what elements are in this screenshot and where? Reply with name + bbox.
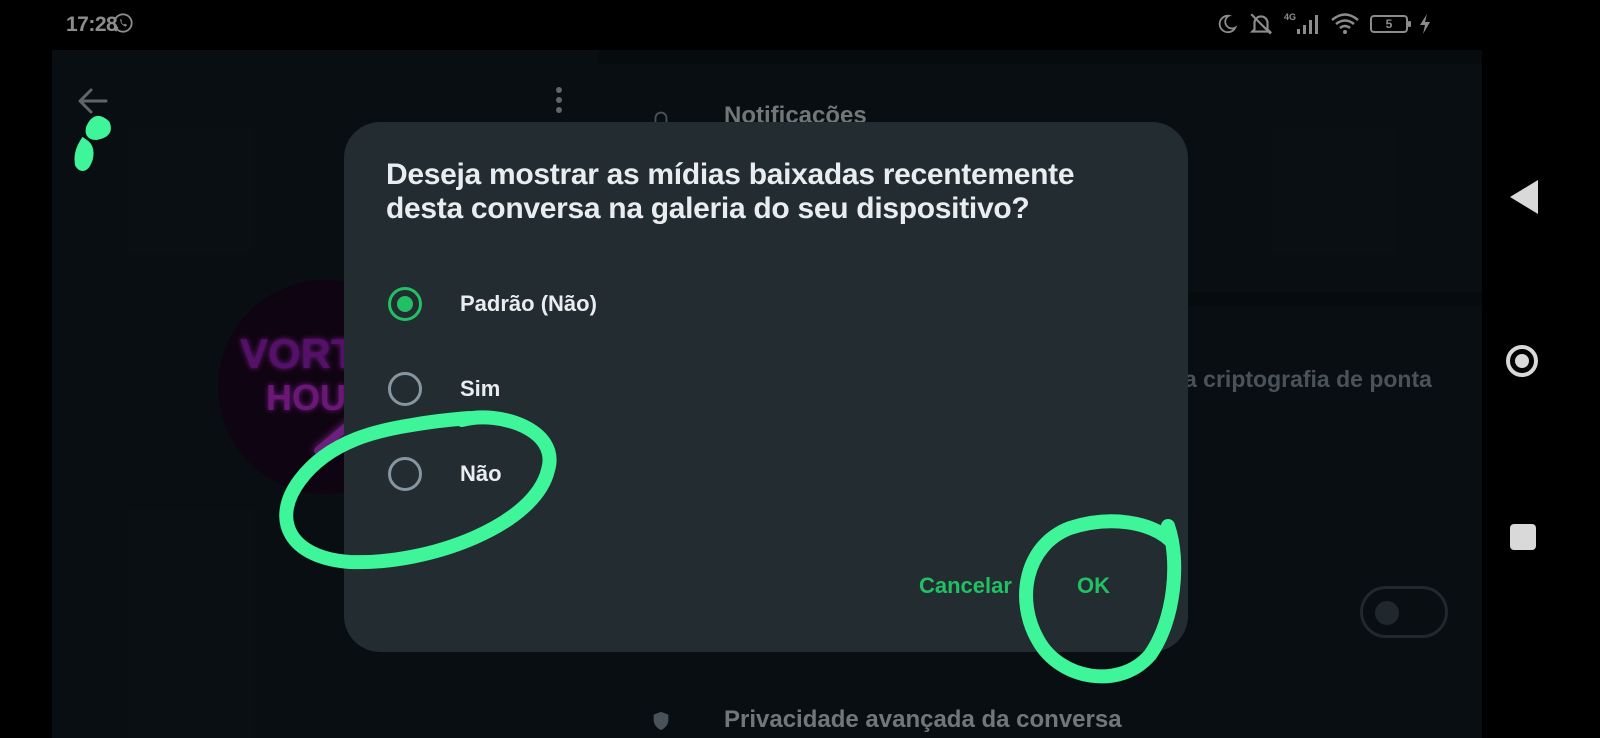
option-default-no[interactable]: Padrão (Não) bbox=[388, 284, 988, 324]
radio-unselected-icon[interactable] bbox=[388, 457, 422, 491]
dialog-title: Deseja mostrar as mídias baixadas recent… bbox=[386, 158, 1075, 225]
system-navigation-bar bbox=[1482, 0, 1600, 738]
option-label: Sim bbox=[460, 376, 501, 401]
radio-unselected-icon[interactable] bbox=[388, 372, 422, 406]
option-no[interactable]: Não bbox=[388, 454, 988, 494]
option-label: Padrão (Não) bbox=[460, 291, 597, 316]
nav-recents-icon[interactable] bbox=[1510, 524, 1536, 550]
nav-home-icon[interactable] bbox=[1506, 345, 1538, 377]
nav-back-icon[interactable] bbox=[1510, 180, 1538, 214]
option-yes[interactable]: Sim bbox=[388, 369, 988, 409]
cancel-button[interactable]: Cancelar bbox=[909, 565, 1022, 607]
radio-selected-icon[interactable] bbox=[388, 287, 422, 321]
ok-button[interactable]: OK bbox=[1067, 565, 1120, 607]
option-label: Não bbox=[460, 461, 502, 486]
media-visibility-dialog: Deseja mostrar as mídias baixadas recent… bbox=[344, 122, 1188, 652]
